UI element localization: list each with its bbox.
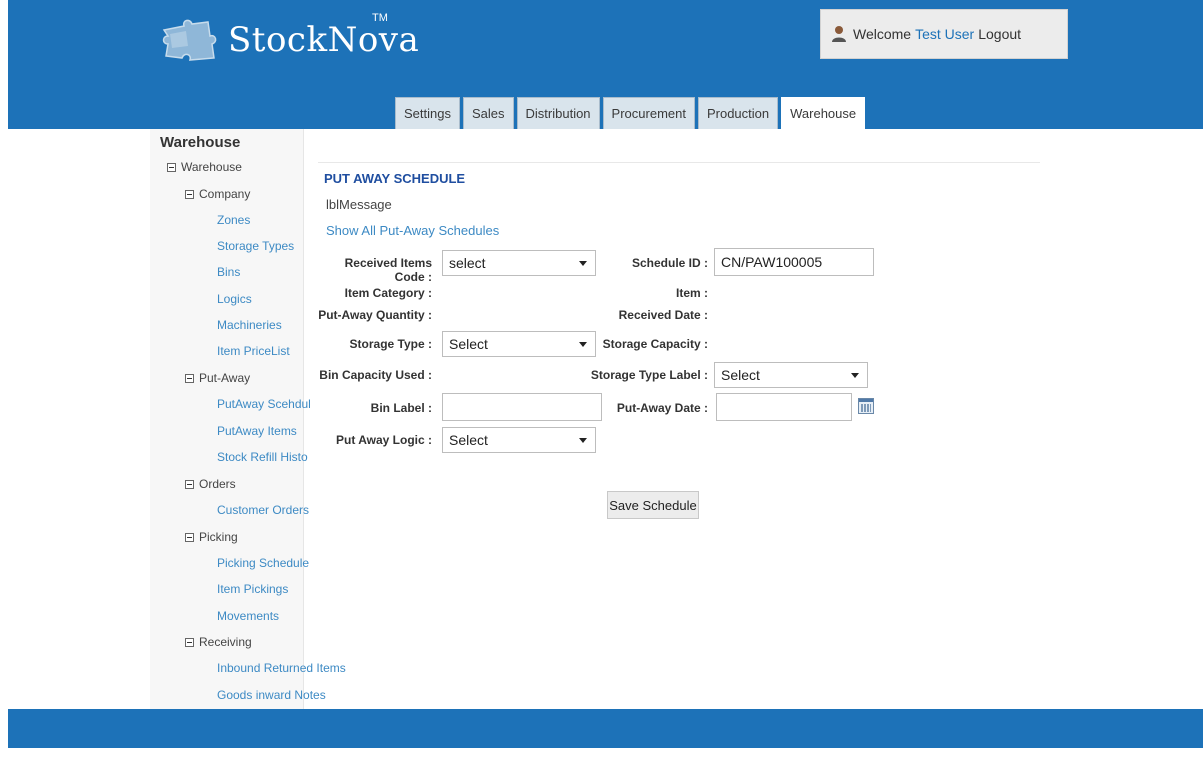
collapse-icon[interactable] [185, 637, 194, 647]
trademark-mark: TM [372, 12, 388, 24]
item-label: Item : [675, 286, 708, 300]
sidebar-item-goods-inward-notes[interactable]: Goods inward Notes [217, 688, 326, 702]
tab-warehouse[interactable]: Warehouse [781, 97, 866, 129]
tree-node-receiving[interactable]: Receiving [185, 635, 252, 649]
collapse-icon[interactable] [185, 189, 194, 199]
welcome-panel: Welcome Test User Logout [820, 9, 1068, 59]
show-all-schedules-link[interactable]: Show All Put-Away Schedules [326, 223, 499, 238]
collapse-icon[interactable] [167, 162, 176, 172]
select-value: select [449, 255, 486, 271]
select-value: Select [449, 336, 488, 352]
storage-type-select[interactable]: Select [442, 331, 596, 357]
storage-type-label: Storage Type : [349, 337, 432, 351]
tree-node-warehouse[interactable]: Warehouse [167, 160, 242, 174]
collapse-icon[interactable] [185, 479, 194, 489]
sidebar-item-putaway-items[interactable]: PutAway Items [217, 424, 297, 438]
select-value: Select [449, 432, 488, 448]
put-away-logic-select[interactable]: Select [442, 427, 596, 453]
tree-node-company[interactable]: Company [185, 187, 250, 201]
select-value: Select [721, 367, 760, 383]
storage-capacity-label: Storage Capacity : [602, 337, 708, 351]
sidebar-item-zones[interactable]: Zones [217, 213, 250, 227]
content-divider [318, 162, 1040, 163]
storage-type-label-label: Storage Type Label : [590, 368, 708, 382]
sidebar-item-inbound-returned-items[interactable]: Inbound Returned Items [217, 661, 346, 675]
sidebar-item-bins[interactable]: Bins [217, 265, 240, 279]
tab-procurement[interactable]: Procurement [602, 97, 695, 129]
sidebar-title: Warehouse [160, 134, 241, 151]
tab-sales[interactable]: Sales [462, 97, 514, 129]
sidebar-item-storage-types[interactable]: Storage Types [217, 239, 294, 253]
collapse-icon[interactable] [185, 373, 194, 383]
sidebar-item-item-pickings[interactable]: Item Pickings [217, 582, 288, 596]
brand-logo[interactable]: StockNova TM [158, 12, 419, 72]
puzzle-logo-icon [162, 19, 217, 61]
tree-node-label: Company [199, 187, 251, 201]
sidebar-item-putaway-schedule[interactable]: PutAway Scehdul [217, 397, 311, 411]
tree-node-label: Orders [199, 477, 236, 491]
dropdown-arrow-icon [579, 261, 587, 266]
tree-node-put-away[interactable]: Put-Away [185, 371, 250, 385]
item-category-label: Item Category : [344, 286, 432, 300]
received-date-label: Received Date : [618, 308, 708, 322]
logout-link[interactable]: Logout [978, 26, 1021, 42]
tree-node-orders[interactable]: Orders [185, 477, 236, 491]
tree-node-label: Put-Away [199, 371, 251, 385]
sidebar-item-customer-orders[interactable]: Customer Orders [217, 503, 309, 517]
user-icon [832, 26, 846, 42]
save-schedule-button[interactable]: Save Schedule [607, 491, 699, 519]
put-away-date-field[interactable] [716, 393, 852, 421]
sidebar-item-item-pricelist[interactable]: Item PriceList [217, 344, 290, 358]
dropdown-arrow-icon [579, 438, 587, 443]
tree-node-label: Warehouse [181, 160, 242, 174]
sidebar-item-movements[interactable]: Movements [217, 609, 279, 623]
put-away-quantity-label: Put-Away Quantity : [318, 308, 432, 322]
received-items-code-select[interactable]: select [442, 250, 596, 276]
calendar-icon[interactable] [858, 398, 874, 414]
tree-node-picking[interactable]: Picking [185, 530, 238, 544]
bin-label-field[interactable] [442, 393, 602, 421]
tab-settings[interactable]: Settings [395, 97, 460, 129]
main-nav-tabs: Settings Sales Distribution Procurement … [395, 97, 868, 129]
received-items-code-label: Received Items Code : [344, 256, 432, 284]
storage-type-label-select[interactable]: Select [714, 362, 868, 388]
tab-distribution[interactable]: Distribution [516, 97, 600, 129]
welcome-text: Welcome [853, 26, 912, 42]
bin-capacity-used-label: Bin Capacity Used : [319, 368, 432, 382]
sidebar-item-machineries[interactable]: Machineries [217, 318, 282, 332]
sidebar-item-stock-refill-history[interactable]: Stock Refill Histo [217, 450, 308, 464]
collapse-icon[interactable] [185, 532, 194, 542]
dropdown-arrow-icon [851, 373, 859, 378]
footer-bar [8, 709, 1203, 748]
tab-production[interactable]: Production [697, 97, 779, 129]
message-label: lblMessage [326, 197, 392, 212]
sidebar-item-logics[interactable]: Logics [217, 292, 252, 306]
bin-label-label: Bin Label : [370, 401, 432, 415]
dropdown-arrow-icon [579, 342, 587, 347]
brand-name: StockNova [228, 20, 420, 60]
sidebar-item-picking-schedule[interactable]: Picking Schedule [217, 556, 309, 570]
tree-node-label: Receiving [199, 635, 252, 649]
schedule-id-label: Schedule ID : [631, 256, 708, 270]
put-away-date-label: Put-Away Date : [616, 401, 708, 415]
schedule-id-field[interactable]: CN/PAW100005 [714, 248, 874, 276]
put-away-logic-label: Put Away Logic : [335, 433, 432, 447]
page-title: PUT AWAY SCHEDULE [324, 171, 466, 186]
tree-node-label: Picking [199, 530, 238, 544]
user-name-link[interactable]: Test User [915, 26, 974, 42]
